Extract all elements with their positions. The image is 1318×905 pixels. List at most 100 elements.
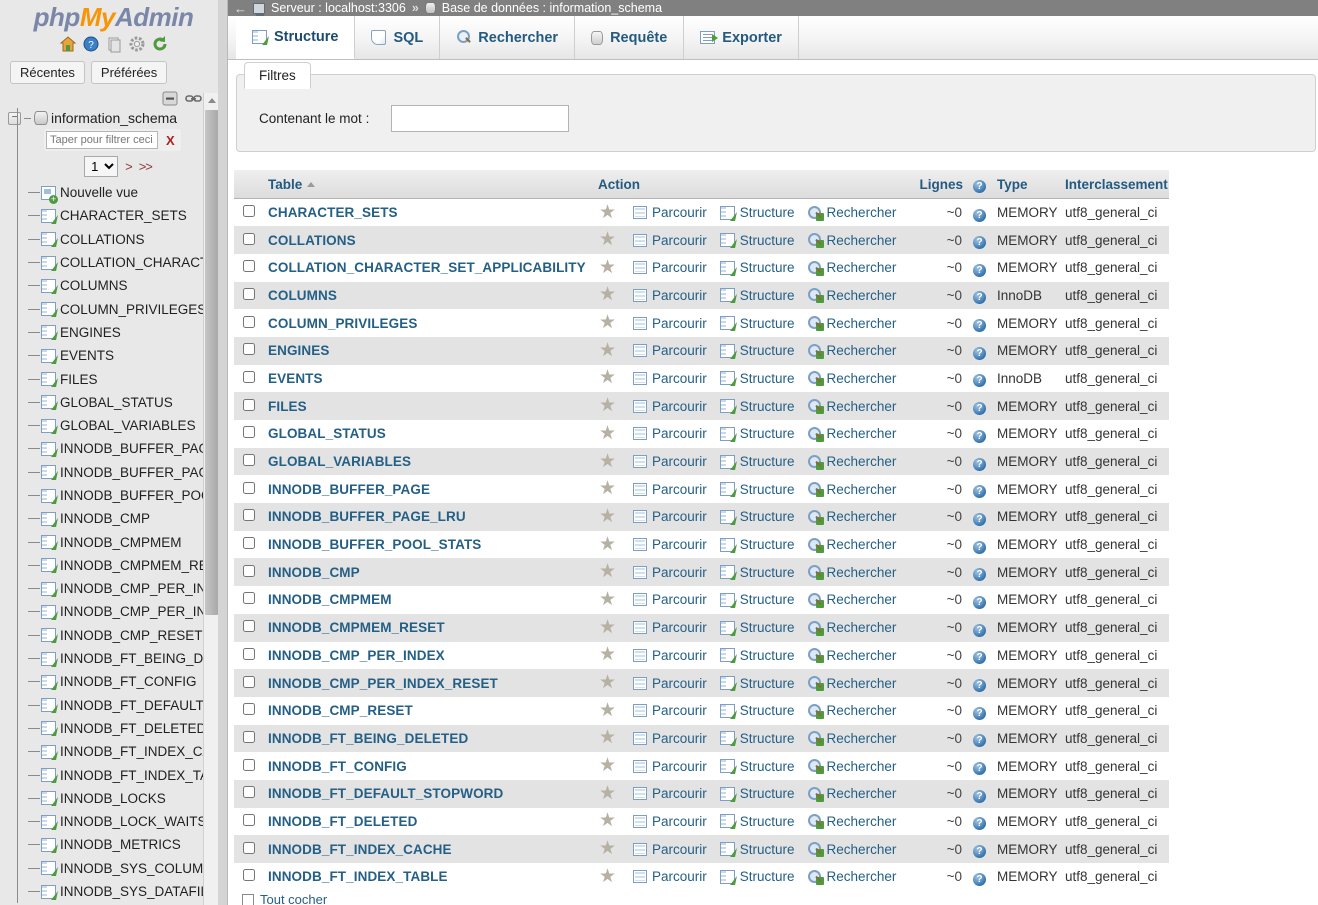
structure-link[interactable]: Structure xyxy=(719,482,795,497)
row-checkbox[interactable] xyxy=(242,869,255,882)
browse-link[interactable]: Parcourir xyxy=(633,288,707,303)
table-name-link[interactable]: ENGINES xyxy=(268,343,329,358)
browse-link[interactable]: Parcourir xyxy=(633,205,707,220)
sidebar-item-innodb-ft-default-s[interactable]: INNODB_FT_DEFAULT_S xyxy=(6,694,212,717)
table-name-link[interactable]: INNODB_CMP xyxy=(268,565,360,580)
collapse-all-icon[interactable] xyxy=(161,91,179,107)
search-link[interactable]: Rechercher xyxy=(807,648,896,664)
check-all-row[interactable]: Tout cocher xyxy=(234,893,1318,905)
row-checkbox[interactable] xyxy=(242,564,255,577)
row-help-cell[interactable]: ? xyxy=(967,530,991,559)
sidebar-item-innodb-cmp-per-inde[interactable]: INNODB_CMP_PER_INDE xyxy=(6,577,212,600)
search-link[interactable]: Rechercher xyxy=(807,731,896,747)
search-link[interactable]: Rechercher xyxy=(807,565,896,581)
browse-link[interactable]: Parcourir xyxy=(633,648,707,663)
sidebar-item-innodb-ft-index-cac[interactable]: INNODB_FT_INDEX_CAC xyxy=(6,740,212,763)
sidebar-item-innodb-buffer-page-[interactable]: INNODB_BUFFER_PAGE_ xyxy=(6,461,212,484)
row-help-cell[interactable]: ? xyxy=(967,669,991,697)
row-help-cell[interactable]: ? xyxy=(967,779,991,808)
sidebar-item-collation-characte[interactable]: COLLATION_CHARACTE xyxy=(6,251,212,274)
sidebar-item-events[interactable]: EVENTS xyxy=(6,344,212,367)
structure-link[interactable]: Structure xyxy=(719,205,795,220)
row-help-cell[interactable]: ? xyxy=(967,752,991,780)
tab-export[interactable]: Exporter xyxy=(684,16,799,59)
structure-link[interactable]: Structure xyxy=(719,620,795,635)
row-help-cell[interactable]: ? xyxy=(967,863,991,891)
tab-query[interactable]: Requête xyxy=(575,16,685,59)
scroll-up-arrow-icon[interactable] xyxy=(204,93,219,108)
structure-link[interactable]: Structure xyxy=(719,814,795,829)
structure-link[interactable]: Structure xyxy=(719,233,795,248)
row-checkbox[interactable] xyxy=(242,675,255,688)
table-name-link[interactable]: INNODB_CMPMEM xyxy=(268,592,392,607)
favorite-star-icon[interactable] xyxy=(598,231,617,249)
structure-link[interactable]: Structure xyxy=(719,509,795,524)
table-name-link[interactable]: INNODB_FT_INDEX_TABLE xyxy=(268,869,448,884)
sidebar-item-innodb-cmpmem-rese[interactable]: INNODB_CMPMEM_RESE xyxy=(6,554,212,577)
favorite-star-icon[interactable] xyxy=(598,480,617,498)
row-help-cell[interactable]: ? xyxy=(967,392,991,420)
favorite-star-icon[interactable] xyxy=(598,785,617,803)
search-link[interactable]: Rechercher xyxy=(807,482,896,498)
row-help-cell[interactable]: ? xyxy=(967,807,991,836)
sidebar-item-innodb-cmp-reset[interactable]: INNODB_CMP_RESET xyxy=(6,624,212,647)
table-name-link[interactable]: INNODB_FT_DEFAULT_STOPWORD xyxy=(268,786,503,801)
row-checkbox[interactable] xyxy=(242,730,255,743)
row-help-cell[interactable]: ? xyxy=(967,475,991,504)
sidebar-item-innodb-cmp-per-inde[interactable]: INNODB_CMP_PER_INDE xyxy=(6,600,212,623)
search-link[interactable]: Rechercher xyxy=(807,537,896,553)
documentation-icon[interactable] xyxy=(105,35,123,53)
row-checkbox[interactable] xyxy=(242,232,255,245)
sidebar-item-innodb-ft-deleted[interactable]: INNODB_FT_DELETED xyxy=(6,717,212,740)
table-name-link[interactable]: INNODB_CMP_PER_INDEX_RESET xyxy=(268,676,498,691)
structure-link[interactable]: Structure xyxy=(719,676,795,691)
browse-link[interactable]: Parcourir xyxy=(633,260,707,275)
sidebar-item-global-variables[interactable]: GLOBAL_VARIABLES xyxy=(6,414,212,437)
favorite-star-icon[interactable] xyxy=(598,757,617,775)
row-checkbox[interactable] xyxy=(242,454,255,467)
favorite-star-icon[interactable] xyxy=(598,619,617,637)
browse-link[interactable]: Parcourir xyxy=(633,509,707,524)
header-table[interactable]: Table xyxy=(262,170,592,199)
sidebar-item-collations[interactable]: COLLATIONS xyxy=(6,228,212,251)
sidebar-item-column-privileges[interactable]: COLUMN_PRIVILEGES xyxy=(6,297,212,320)
sidebar-item-innodb-buffer-pool[interactable]: INNODB_BUFFER_POOL xyxy=(6,484,212,507)
sidebar-item-innodb-ft-being-del[interactable]: INNODB_FT_BEING_DEL xyxy=(6,647,212,670)
structure-link[interactable]: Structure xyxy=(719,260,795,275)
row-checkbox[interactable] xyxy=(242,703,255,716)
row-checkbox[interactable] xyxy=(242,758,255,771)
clear-filter-icon[interactable]: X xyxy=(166,133,175,148)
browse-link[interactable]: Parcourir xyxy=(633,814,707,829)
search-link[interactable]: Rechercher xyxy=(807,205,896,221)
favorite-star-icon[interactable] xyxy=(598,646,617,664)
sidebar-item-columns[interactable]: COLUMNS xyxy=(6,274,212,297)
sidebar-item-innodb-locks[interactable]: INNODB_LOCKS xyxy=(6,787,212,810)
favorite-star-icon[interactable] xyxy=(598,425,617,443)
structure-link[interactable]: Structure xyxy=(719,316,795,331)
search-link[interactable]: Rechercher xyxy=(807,371,896,387)
row-checkbox[interactable] xyxy=(242,287,255,300)
row-checkbox[interactable] xyxy=(242,813,255,826)
check-all-checkbox[interactable] xyxy=(242,893,254,905)
structure-link[interactable]: Structure xyxy=(719,592,795,607)
browse-link[interactable]: Parcourir xyxy=(633,786,707,801)
structure-link[interactable]: Structure xyxy=(719,786,795,801)
structure-link[interactable]: Structure xyxy=(719,648,795,663)
browse-link[interactable]: Parcourir xyxy=(633,482,707,497)
structure-link[interactable]: Structure xyxy=(719,703,795,718)
table-name-link[interactable]: INNODB_CMPMEM_RESET xyxy=(268,620,445,635)
favorite-star-icon[interactable] xyxy=(598,453,617,471)
favorite-star-icon[interactable] xyxy=(598,840,617,858)
row-help-cell[interactable]: ? xyxy=(967,309,991,337)
table-name-link[interactable]: INNODB_FT_BEING_DELETED xyxy=(268,731,468,746)
row-help-cell[interactable]: ? xyxy=(967,613,991,642)
row-help-cell[interactable]: ? xyxy=(967,558,991,587)
favorite-star-icon[interactable] xyxy=(598,702,617,720)
sidebar-item-files[interactable]: FILES xyxy=(6,367,212,390)
structure-link[interactable]: Structure xyxy=(719,869,795,884)
row-checkbox[interactable] xyxy=(242,260,255,273)
row-checkbox[interactable] xyxy=(242,205,255,218)
breadcrumb-database[interactable]: Base de données : information_schema xyxy=(442,1,662,15)
table-name-link[interactable]: INNODB_BUFFER_POOL_STATS xyxy=(268,537,481,552)
table-name-link[interactable]: INNODB_BUFFER_PAGE xyxy=(268,482,430,497)
